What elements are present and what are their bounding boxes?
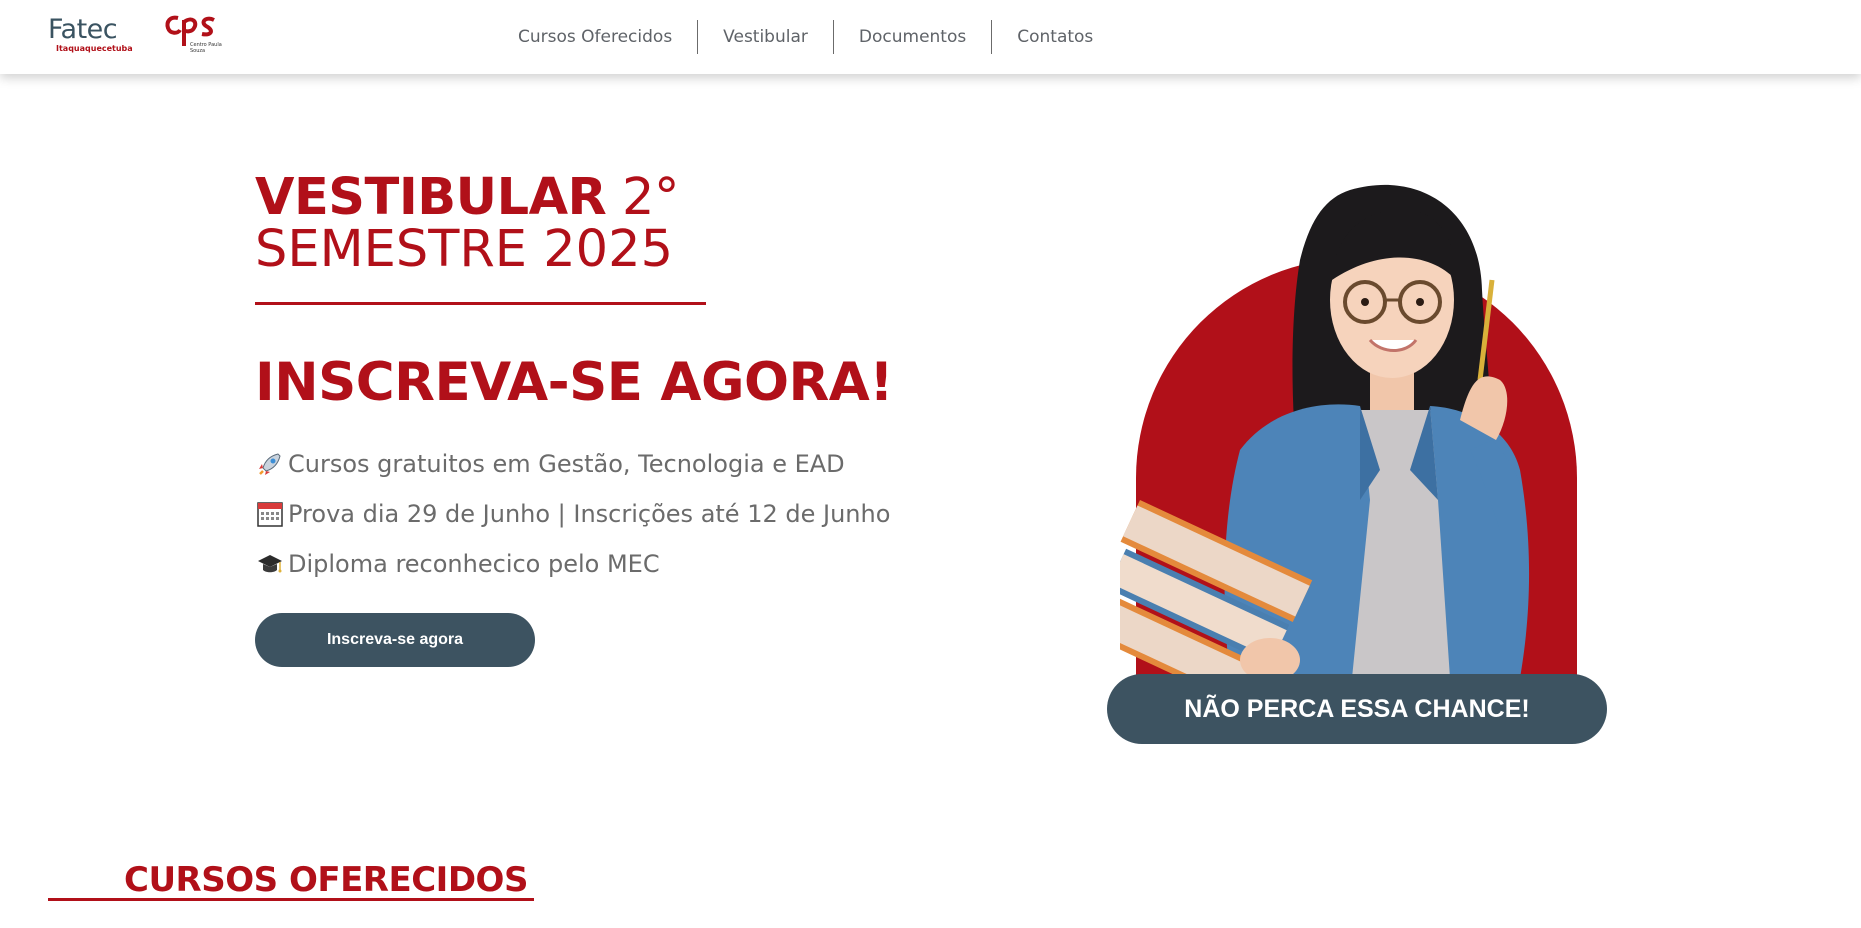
cps-logo-subtitle: Centro Paula Souza xyxy=(190,42,222,54)
cps-logo[interactable]: Centro Paula Souza xyxy=(164,12,224,56)
fatec-logo[interactable]: Fatec Itaquaquecetuba xyxy=(48,14,133,56)
student-photo xyxy=(1120,170,1600,678)
fatec-logo-name: Fatec xyxy=(48,14,118,45)
hero-title-bold: VESTIBULAR xyxy=(255,168,607,227)
nav-item-documentos[interactable]: Documentos xyxy=(834,20,991,54)
hero-divider xyxy=(255,302,706,305)
hero-title: VESTIBULAR 2° SEMESTRE 2025 xyxy=(255,172,679,276)
graduation-cap-icon xyxy=(255,549,285,579)
hero-title-line1: VESTIBULAR 2° xyxy=(255,172,679,224)
hero-title-line2: SEMESTRE 2025 xyxy=(255,220,674,279)
hero-title-degree: 2° xyxy=(606,168,679,227)
hero-cta-title: INSCREVA-SE AGORA! xyxy=(255,352,894,413)
feature-item: Diploma reconhecico pelo MEC xyxy=(255,546,890,582)
feature-item: Cursos gratuitos em Gestão, Tecnologia e… xyxy=(255,446,890,482)
feature-item: Prova dia 29 de Junho | Inscrições até 1… xyxy=(255,496,890,532)
register-button[interactable]: Inscreva-se agora xyxy=(255,613,535,667)
fatec-logo-city: Itaquaquecetuba xyxy=(56,44,133,53)
main-nav: Cursos Oferecidos Vestibular Documentos … xyxy=(493,20,1118,54)
site-header: Fatec Itaquaquecetuba Centro Paula Souza… xyxy=(0,0,1861,74)
feature-text: Cursos gratuitos em Gestão, Tecnologia e… xyxy=(288,450,845,478)
courses-section-title: CURSOS OFERECIDOS xyxy=(124,860,528,900)
rocket-icon xyxy=(255,449,285,479)
feature-text: Prova dia 29 de Junho | Inscrições até 1… xyxy=(288,500,891,528)
calendar-icon xyxy=(255,499,285,529)
dont-miss-chance-banner[interactable]: NÃO PERCA ESSA CHANCE! xyxy=(1107,674,1607,744)
nav-item-vestibular[interactable]: Vestibular xyxy=(698,20,833,54)
nav-item-contatos[interactable]: Contatos xyxy=(992,20,1118,54)
courses-title-underline xyxy=(48,898,534,901)
feature-text: Diploma reconhecico pelo MEC xyxy=(288,550,660,578)
nav-item-cursos-oferecidos[interactable]: Cursos Oferecidos xyxy=(493,20,697,54)
feature-list: Cursos gratuitos em Gestão, Tecnologia e… xyxy=(255,446,890,596)
